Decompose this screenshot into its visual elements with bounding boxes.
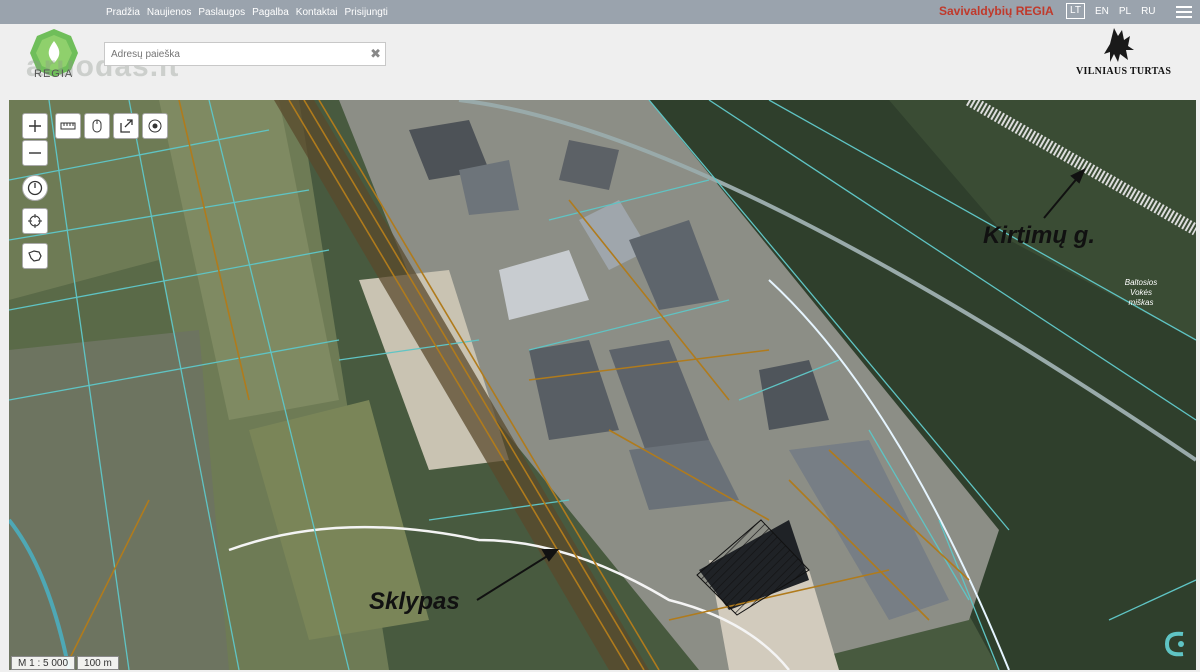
lang-pl[interactable]: PL: [1119, 6, 1131, 17]
nav-prisijungti[interactable]: Prisijungti: [345, 7, 388, 18]
forest-label: Baltosios Vokės miškas: [1124, 278, 1158, 307]
top-bar: Pradžia Naujienos Paslaugos Pagalba Kont…: [0, 0, 1200, 24]
language-switcher: LT EN PL RU: [1066, 3, 1156, 19]
address-search: ✖: [104, 42, 386, 66]
brand-title[interactable]: Savivaldybių REGIA: [939, 4, 1054, 18]
map-view[interactable]: Kirtimų g. Sklypas Baltosios Vokės miška…: [9, 100, 1196, 670]
plus-icon: [29, 120, 41, 132]
nav-paslaugos[interactable]: Paslaugos: [198, 7, 245, 18]
lang-en[interactable]: EN: [1095, 6, 1109, 17]
locate-button[interactable]: [142, 113, 168, 139]
plot-label: Sklypas: [369, 588, 460, 615]
export-button[interactable]: [113, 113, 139, 139]
lithuania-map-icon: [28, 250, 42, 262]
scale-ratio: M 1 : 5 000: [11, 656, 76, 670]
history-button[interactable]: [22, 175, 48, 201]
target-icon: [148, 119, 162, 133]
partner-logo-text: VILNIAUS TURTAS: [1076, 66, 1172, 77]
crosshair-icon: [28, 214, 42, 228]
lang-ru[interactable]: RU: [1141, 6, 1155, 17]
logo-text: REGIA: [34, 68, 74, 80]
nav-kontaktai[interactable]: Kontaktai: [296, 7, 338, 18]
zoom-in-button[interactable]: [22, 113, 48, 139]
main-nav: Pradžia Naujienos Paslaugos Pagalba Kont…: [106, 0, 388, 24]
clock-icon: [27, 180, 43, 196]
ruler-icon: [60, 122, 76, 130]
minus-icon: [29, 152, 41, 154]
full-extent-button[interactable]: [22, 243, 48, 269]
nav-pradzia[interactable]: Pradžia: [106, 7, 140, 18]
mouse-icon: [92, 119, 102, 133]
clear-icon[interactable]: ✖: [370, 46, 381, 62]
nav-pagalba[interactable]: Pagalba: [252, 7, 289, 18]
header: aruodas.lt REGIA ✖ VILNIAUS TURTAS: [0, 24, 1200, 100]
scale-bar: M 1 : 5 000 100 m: [11, 656, 119, 670]
zoom-out-button[interactable]: [22, 140, 48, 166]
scale-distance: 100 m: [77, 656, 119, 670]
street-label: Kirtimų g.: [983, 222, 1095, 249]
measure-button[interactable]: [55, 113, 81, 139]
aerial-map: [9, 100, 1196, 670]
search-input[interactable]: [105, 43, 360, 65]
nav-naujienos[interactable]: Naujienos: [147, 7, 191, 18]
export-icon: [120, 119, 133, 133]
map-provider-icon: [1164, 631, 1184, 657]
lang-lt[interactable]: LT: [1066, 3, 1085, 19]
mouse-info-button[interactable]: [84, 113, 110, 139]
menu-icon[interactable]: [1176, 6, 1192, 18]
crosshair-button[interactable]: [22, 208, 48, 234]
